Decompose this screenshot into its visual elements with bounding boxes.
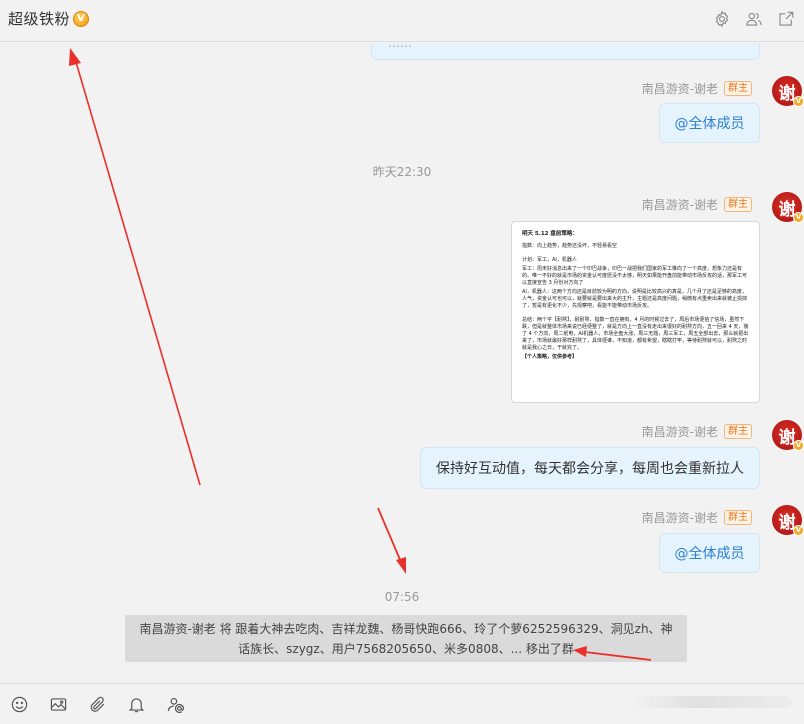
owner-tag: 群主 [724, 81, 752, 96]
image-line: 【个人策略，仅供参考】 [522, 354, 578, 360]
toolbar-buttons [8, 693, 186, 715]
message-bubble-mention-all[interactable]: @全体成员 [659, 533, 760, 573]
avatar[interactable]: 谢 V [772, 76, 804, 107]
avatar[interactable]: 谢 V [772, 505, 804, 536]
system-notice-text: 南昌游资-谢老 将 跟着大神去吃肉、吉祥龙魏、杨哥快跑666、玲了个萝62525… [139, 622, 673, 656]
avatar-vip-icon: V [793, 212, 804, 223]
open-external-icon[interactable] [776, 9, 796, 29]
sender-name: 南昌游资-谢老 [641, 511, 718, 525]
mention-user-icon[interactable] [164, 693, 186, 715]
owner-tag: 群主 [724, 510, 752, 525]
image-message-strategy[interactable]: 明天 5.12 盘前策略： 指数：向上趋势，趋势还没坏，不轻易看空 计划：军工，… [511, 221, 760, 403]
image-icon[interactable] [47, 693, 69, 715]
verified-badge-icon: V [73, 10, 90, 27]
group-members-icon[interactable] [744, 9, 764, 29]
message-sender: 南昌游资-谢老 群主 [642, 80, 752, 97]
title-group: 超级铁粉 V [8, 8, 90, 29]
message-text: 保持好互动值，每天都会分享，每周也会重新拉人 [436, 461, 744, 477]
sender-name: 南昌游资-谢老 [641, 198, 718, 212]
avatar-vip-icon: V [793, 525, 804, 536]
message-text: @全体成员 [674, 116, 745, 132]
bell-icon[interactable] [125, 693, 147, 715]
avatar[interactable]: 谢 V [772, 420, 804, 451]
owner-tag: 群主 [724, 424, 752, 439]
message-sender: 南昌游资-谢老 群主 [642, 423, 752, 440]
header-actions [712, 9, 796, 29]
previous-message-bubble[interactable]: …… [371, 43, 760, 60]
message-bubble-mention-all[interactable]: @全体成员 [659, 103, 760, 143]
watermark-blur [632, 696, 792, 708]
group-title: 超级铁粉 [8, 10, 71, 28]
gear-icon[interactable] [712, 9, 732, 29]
sender-name: 南昌游资-谢老 [641, 82, 718, 96]
system-notice-removed-members: 南昌游资-谢老 将 跟着大神去吃肉、吉祥龙魏、杨哥快跑666、玲了个萝62525… [125, 615, 687, 662]
image-line: 指数：向上趋势，趋势还没坏，不轻易看空 [522, 243, 618, 249]
image-line: 军工：周末好消息出来了一个印巴战争，印巴一战把我们国家的军工推向了一个高度，想象… [522, 266, 748, 286]
chat-header: 超级铁粉 V [0, 0, 804, 42]
avatar[interactable]: 谢 V [772, 192, 804, 223]
attachment-icon[interactable] [86, 693, 108, 715]
timestamp: 昨天22:30 [372, 165, 432, 179]
message-sender: 南昌游资-谢老 群主 [642, 509, 752, 526]
message-bubble-text[interactable]: 保持好互动值，每天都会分享，每周也会重新拉人 [420, 447, 760, 489]
input-toolbar [0, 683, 804, 724]
avatar-vip-icon: V [793, 96, 804, 107]
image-line: 计划：军工，AI，机器人 [522, 257, 577, 263]
avatar-vip-icon: V [793, 440, 804, 451]
image-heading: 明天 5.12 盘前策略： [522, 231, 578, 237]
previous-message-fragment: …… [388, 43, 412, 50]
emoji-icon[interactable] [8, 693, 30, 715]
owner-tag: 群主 [724, 197, 752, 212]
message-text: @全体成员 [674, 546, 745, 562]
message-sender: 南昌游资-谢老 群主 [642, 196, 752, 213]
sender-name: 南昌游资-谢老 [641, 425, 718, 439]
image-line: AI，机器人：这两个方向还是目前较为明的方向，说明是比较高兴的真是，几个月了还是… [522, 289, 748, 309]
timestamp: 07:56 [384, 590, 420, 604]
image-line: 总结：两个字【耐熬】，耐耐熬，指数一直在拥有，4 月的时候过去了，周后市场便拾了… [522, 317, 749, 351]
message-list[interactable]: …… 南昌游资-谢老 群主 谢 V @全体成员 昨天22:30 南昌游资-谢老 … [0, 43, 804, 683]
